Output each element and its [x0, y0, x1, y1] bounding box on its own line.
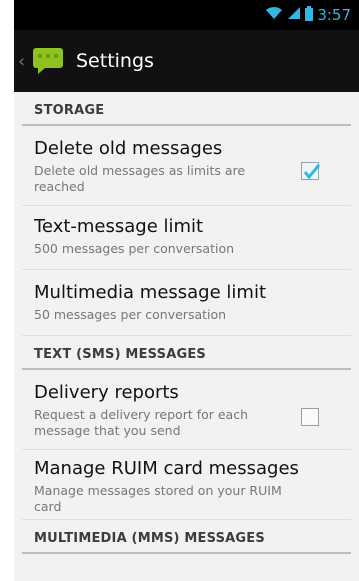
section-header-multimedia-mms: MULTIMEDIA (MMS) MESSAGES [22, 520, 351, 554]
pref-summary: 500 messages per conversation [34, 241, 235, 256]
pref-summary: 50 messages per conversation [34, 307, 227, 322]
delivery-reports-checkbox[interactable] [301, 408, 319, 426]
checkmark-icon [303, 164, 321, 180]
section-header-text-sms: TEXT (SMS) MESSAGES [22, 336, 351, 370]
pref-text-message-limit[interactable]: Text-message limit 500 messages per conv… [22, 206, 351, 270]
section-header-storage: STORAGE [22, 92, 351, 126]
pref-summary: Delete old messages as limits are reache… [34, 163, 246, 194]
signal-icon [287, 6, 301, 24]
screen: 3:57 ‹ Settings STORAGE Delete old messa… [0, 0, 359, 581]
action-bar[interactable]: ‹ Settings [14, 30, 359, 92]
pref-multimedia-message-limit[interactable]: Multimedia message limit 50 messages per… [22, 270, 351, 336]
settings-list: STORAGE Delete old messages Delete old m… [14, 92, 359, 554]
up-caret-icon[interactable]: ‹ [18, 51, 26, 72]
page-title: Settings [76, 50, 154, 72]
messaging-app-icon[interactable] [32, 47, 64, 75]
status-icons: 3:57 [265, 5, 351, 25]
status-bar: 3:57 [14, 0, 359, 30]
status-time: 3:57 [317, 6, 351, 24]
pref-delete-old-messages[interactable]: Delete old messages Delete old messages … [22, 126, 351, 206]
battery-icon [305, 5, 314, 25]
pref-title: Delete old messages [34, 138, 223, 159]
phone-screen: 3:57 ‹ Settings STORAGE Delete old messa… [14, 0, 359, 581]
pref-manage-ruim-card-messages[interactable]: Manage RUIM card messages Manage message… [22, 450, 351, 520]
pref-delivery-reports[interactable]: Delivery reports Request a delivery repo… [22, 370, 351, 450]
pref-title: Delivery reports [34, 382, 179, 403]
wifi-icon [265, 6, 283, 24]
delete-old-messages-checkbox[interactable] [301, 162, 321, 180]
pref-title: Manage RUIM card messages [34, 458, 299, 479]
pref-title: Text-message limit [34, 216, 204, 237]
pref-summary: Request a delivery report for each messa… [34, 407, 249, 438]
pref-title: Multimedia message limit [34, 282, 266, 303]
pref-summary: Manage messages stored on your RUIM card [34, 483, 282, 514]
left-margin [0, 0, 14, 581]
